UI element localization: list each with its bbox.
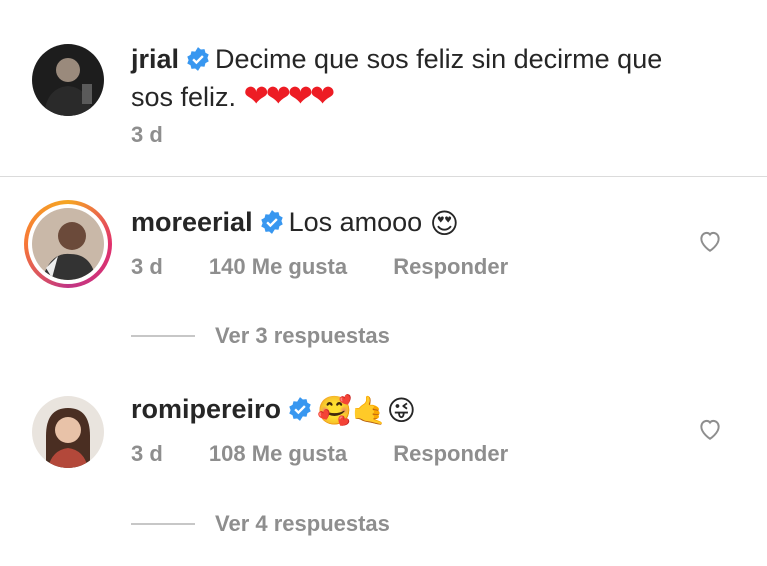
likes-count[interactable]: 140 Me gusta <box>209 254 347 279</box>
caption-text-line1: Decime que sos feliz sin decirme que <box>215 44 663 74</box>
timestamp[interactable]: 3 d <box>131 254 163 279</box>
heart-eyes-emoji: 😍 <box>429 208 459 239</box>
timestamp[interactable]: 3 d <box>131 122 163 147</box>
view-replies-label: Ver 4 respuestas <box>215 511 390 536</box>
verified-badge-icon <box>185 46 211 72</box>
caption-meta: 3 d <box>131 122 203 148</box>
verified-badge-icon <box>259 209 285 235</box>
reply-button[interactable]: Responder <box>393 254 508 279</box>
avatar-romipereiro[interactable] <box>32 396 104 468</box>
avatar-image <box>32 44 104 116</box>
view-replies-button[interactable]: Ver 4 respuestas <box>131 511 390 537</box>
view-replies-button[interactable]: Ver 3 respuestas <box>131 323 390 349</box>
view-replies-label: Ver 3 respuestas <box>215 323 390 348</box>
hearts-emoji: ❤❤❤❤ <box>243 80 336 113</box>
comment-text: Los amooo <box>288 207 423 237</box>
replies-line <box>131 335 195 337</box>
caption-text-line2: sos feliz. <box>131 82 237 112</box>
avatar-ring-inner <box>28 204 108 284</box>
reply-button[interactable]: Responder <box>393 441 508 466</box>
username[interactable]: romipereiro <box>131 394 281 424</box>
avatar-image <box>32 396 104 468</box>
avatar-image <box>32 208 104 280</box>
caption-text-block: jrial Decime que sos feliz sin decirme qu… <box>131 40 731 116</box>
post-caption: jrial Decime que sos feliz sin decirme qu… <box>0 0 767 176</box>
likes-count[interactable]: 108 Me gusta <box>209 441 347 466</box>
divider <box>0 176 767 177</box>
replies-line <box>131 523 195 525</box>
avatar-moreerial[interactable] <box>24 200 112 288</box>
username[interactable]: jrial <box>131 44 179 74</box>
comment-text-block: romipereiro 🥰🤙😜 <box>131 390 416 430</box>
verified-badge-icon <box>287 396 313 422</box>
avatar-jrial[interactable] <box>32 44 104 116</box>
heart-icon[interactable] <box>697 416 723 442</box>
username[interactable]: moreerial <box>131 207 253 237</box>
emoji-group: 🥰🤙😜 <box>317 395 416 426</box>
comment-meta: 3 d 140 Me gusta Responder <box>131 254 548 280</box>
comment-meta: 3 d 108 Me gusta Responder <box>131 441 548 467</box>
comment-text-block: moreerial Los amooo 😍 <box>131 203 459 243</box>
heart-icon[interactable] <box>697 228 723 254</box>
timestamp[interactable]: 3 d <box>131 441 163 466</box>
